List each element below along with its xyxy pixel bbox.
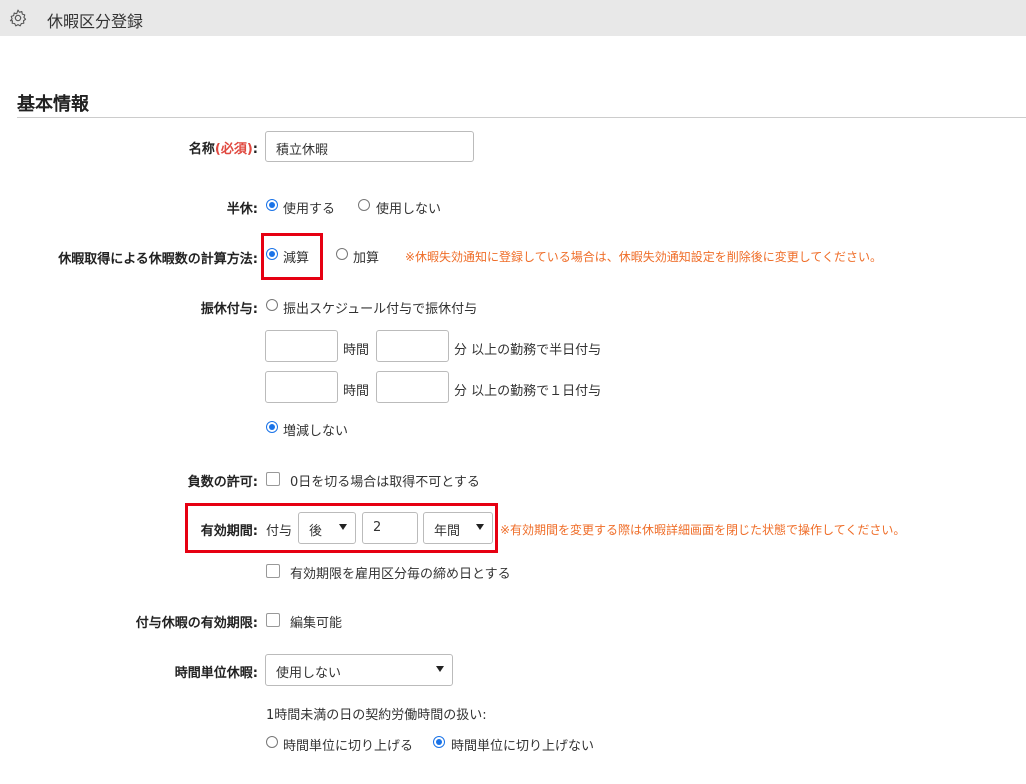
section-divider (17, 117, 1026, 118)
granted-validity-label: 付与休暇の有効期限: (135, 616, 258, 631)
substitute-schedule-label: 振出スケジュール付与で振休付与 (283, 302, 478, 317)
negative-checkbox[interactable] (266, 472, 280, 486)
hourly-round-up-radio[interactable] (266, 736, 278, 748)
half-day-label: 半休: (226, 202, 258, 217)
full-minutes-suffix: 分 以上の勤務で１日付与 (454, 384, 602, 399)
hourly-note: 1時間未満の日の契約労働時間の扱い: (266, 708, 487, 723)
half-minutes-input[interactable] (376, 330, 449, 362)
negative-label: 負数の許可: (187, 475, 258, 490)
substitute-none-radio[interactable] (266, 421, 278, 433)
closing-date-label: 有効期限を雇用区分毎の締め日とする (290, 567, 511, 582)
gear-icon[interactable] (8, 8, 28, 28)
substitute-label: 振休付与: (200, 302, 258, 317)
negative-checkbox-label: 0日を切る場合は取得不可とする (290, 475, 480, 490)
title-bar: 休暇区分登録 (0, 0, 1026, 36)
hourly-select[interactable]: 使用しない (265, 654, 453, 686)
full-minutes-input[interactable] (376, 371, 449, 403)
name-input[interactable]: 積立休暇 (265, 131, 474, 162)
granted-validity-checkbox-label: 編集可能 (290, 616, 343, 631)
hourly-round-up-label: 時間単位に切り上げる (283, 739, 414, 754)
calc-method-label: 休暇取得による休暇数の計算方法: (58, 252, 258, 267)
calc-add-radio[interactable] (336, 248, 348, 260)
closing-date-checkbox[interactable] (266, 564, 280, 578)
calc-method-warning: ※休暇失効通知に登録している場合は、休暇失効通知設定を削除後に変更してください。 (405, 250, 882, 264)
name-label: 名称(必須): (188, 142, 258, 157)
half-minutes-suffix: 分 以上の勤務で半日付与 (454, 343, 602, 358)
highlight-box-validity (185, 503, 498, 553)
full-hours-input[interactable] (265, 371, 338, 403)
hourly-no-round-label: 時間単位に切り上げない (451, 739, 595, 754)
half-hours-unit: 時間 (343, 343, 370, 358)
required-marker: (必須) (214, 142, 253, 157)
half-day-use-label: 使用する (283, 202, 336, 217)
hourly-label: 時間単位休暇: (174, 666, 258, 681)
half-day-nouse-radio[interactable] (358, 199, 370, 211)
substitute-schedule-radio[interactable] (266, 299, 278, 311)
hourly-no-round-radio[interactable] (433, 736, 445, 748)
substitute-none-label: 増減しない (283, 424, 349, 439)
section-title: 基本情報 (17, 94, 89, 115)
chevron-down-icon (436, 666, 444, 672)
half-hours-input[interactable] (265, 330, 338, 362)
calc-add-label: 加算 (353, 251, 380, 266)
half-day-nouse-label: 使用しない (376, 202, 442, 217)
validity-warning: ※有効期間を変更する際は休暇詳細画面を閉じた状態で操作してください。 (500, 523, 906, 537)
highlight-box-calc (261, 233, 323, 280)
full-hours-unit: 時間 (343, 384, 370, 399)
half-day-use-radio[interactable] (266, 199, 278, 211)
window-title: 休暇区分登録 (47, 12, 144, 31)
granted-validity-checkbox[interactable] (266, 613, 280, 627)
